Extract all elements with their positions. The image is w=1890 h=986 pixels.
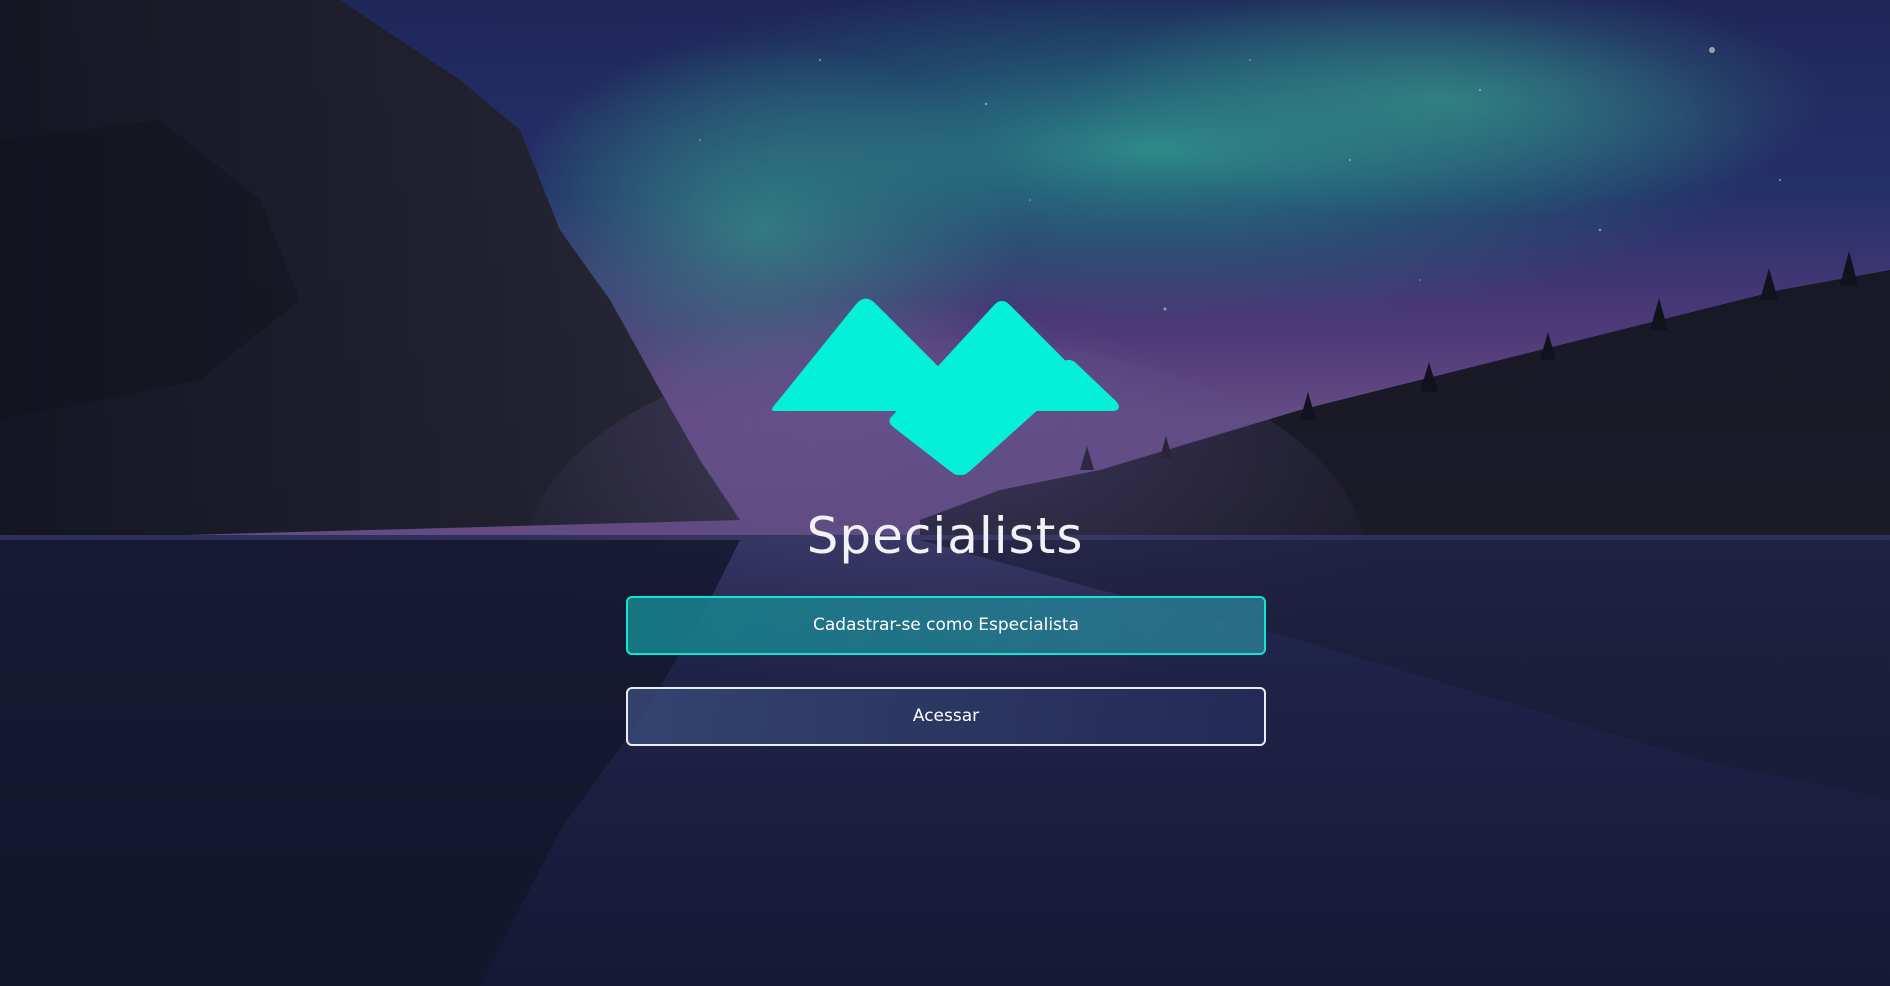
landing-screen: Specialists Cadastrar-se como Especialis… [0,0,1890,986]
app-title: Specialists [806,507,1084,565]
aurora-lake-background-image [0,0,1890,986]
register-as-specialist-button[interactable]: Cadastrar-se como Especialista [626,596,1266,655]
login-button[interactable]: Acessar [626,687,1266,746]
specialists-mountain-logo-icon [772,298,1119,475]
